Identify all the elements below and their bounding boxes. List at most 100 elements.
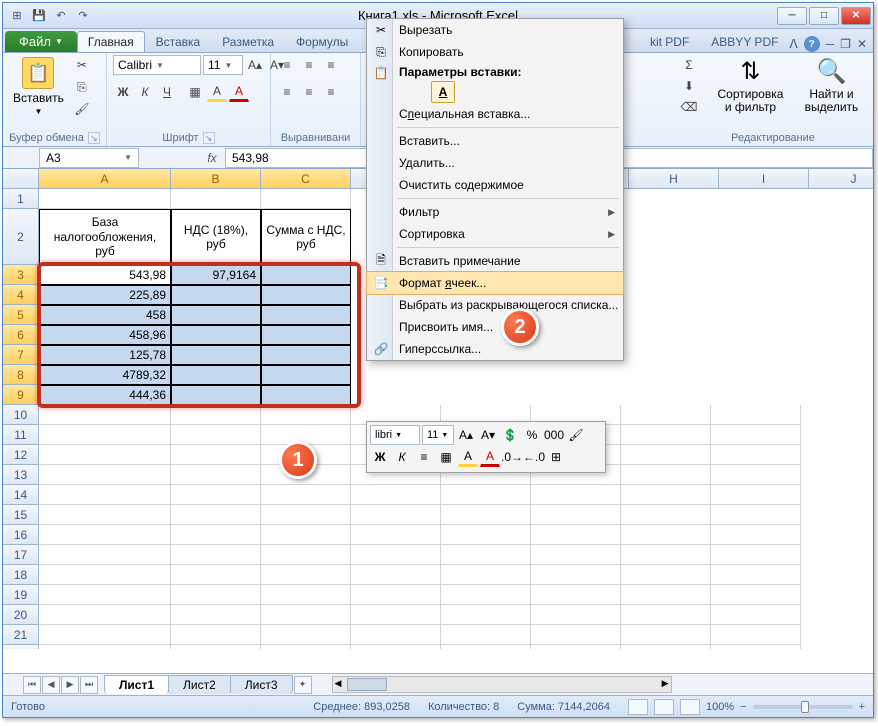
mt-comma-icon[interactable]: 000 — [544, 425, 564, 445]
new-sheet-button[interactable]: ✦ — [294, 676, 312, 694]
col-header-b[interactable]: B — [171, 169, 261, 189]
mt-align-center-icon[interactable]: ≡ — [414, 447, 434, 467]
row-header[interactable]: 18 — [3, 565, 39, 585]
cell[interactable] — [711, 545, 801, 565]
cell[interactable] — [261, 485, 351, 505]
font-size-combo[interactable]: 11▼ — [203, 55, 243, 75]
cell[interactable] — [261, 625, 351, 645]
sheet-tab[interactable]: Лист3 — [230, 675, 293, 694]
cell[interactable] — [171, 505, 261, 525]
row-header[interactable]: 3 — [3, 265, 39, 285]
cell[interactable] — [39, 465, 171, 485]
mt-decrease-decimal-icon[interactable]: ←.0 — [524, 447, 544, 467]
cell[interactable] — [39, 485, 171, 505]
file-tab[interactable]: Файл▼ — [5, 31, 77, 52]
cell[interactable] — [39, 625, 171, 645]
paste-option-values[interactable]: А — [431, 81, 455, 103]
find-select-button[interactable]: 🔍 Найти и выделить — [796, 55, 867, 116]
col-header-j[interactable]: J — [809, 169, 873, 189]
cell[interactable] — [261, 385, 351, 405]
cell[interactable]: 543,98 — [39, 265, 171, 285]
fill-icon[interactable]: ⬇ — [679, 76, 699, 96]
cell[interactable] — [531, 565, 621, 585]
cell[interactable] — [531, 545, 621, 565]
cell[interactable] — [171, 285, 261, 305]
italic-button[interactable]: К — [135, 82, 155, 102]
cm-insert-comment[interactable]: 🗎Вставить примечание — [367, 250, 623, 272]
cell[interactable] — [171, 585, 261, 605]
cm-cut[interactable]: ✂Вырезать — [367, 19, 623, 41]
doc-close-icon[interactable]: ✕ — [857, 37, 867, 51]
row-header[interactable]: 21 — [3, 625, 39, 645]
col-header-i[interactable]: I — [719, 169, 809, 189]
cell[interactable] — [531, 505, 621, 525]
cell[interactable] — [261, 189, 351, 209]
cell[interactable] — [171, 365, 261, 385]
mt-size-combo[interactable]: 11▼ — [422, 425, 454, 445]
cell[interactable] — [531, 485, 621, 505]
cell[interactable]: 225,89 — [39, 285, 171, 305]
row-header[interactable]: 10 — [3, 405, 39, 425]
row-header[interactable]: 17 — [3, 545, 39, 565]
underline-button[interactable]: Ч — [157, 82, 177, 102]
cell[interactable] — [441, 545, 531, 565]
cell[interactable] — [171, 189, 261, 209]
cell[interactable] — [621, 505, 711, 525]
bold-button[interactable]: Ж — [113, 82, 133, 102]
tab-layout[interactable]: Разметка — [211, 31, 285, 52]
cell[interactable] — [711, 625, 801, 645]
cell[interactable] — [531, 605, 621, 625]
cell[interactable] — [39, 525, 171, 545]
grow-font-icon[interactable]: A▴ — [245, 55, 265, 75]
mt-increase-decimal-icon[interactable]: .0→ — [502, 447, 522, 467]
cell[interactable] — [351, 485, 441, 505]
cell[interactable] — [351, 585, 441, 605]
cm-define-name[interactable]: Присвоить имя... — [367, 316, 623, 338]
cell[interactable] — [39, 189, 171, 209]
help-icon[interactable]: ? — [804, 36, 820, 52]
cell[interactable] — [39, 545, 171, 565]
row-header[interactable]: 20 — [3, 605, 39, 625]
row-header[interactable]: 12 — [3, 445, 39, 465]
mt-percent-icon[interactable]: % — [522, 425, 542, 445]
cell[interactable] — [171, 405, 261, 425]
cell[interactable] — [711, 605, 801, 625]
row-header[interactable]: 19 — [3, 585, 39, 605]
cell[interactable] — [261, 585, 351, 605]
cell[interactable] — [171, 605, 261, 625]
cell[interactable] — [621, 565, 711, 585]
cell[interactable] — [711, 405, 801, 425]
cell[interactable] — [261, 525, 351, 545]
cell[interactable] — [171, 305, 261, 325]
cm-format-cells[interactable]: 📑Формат ячеек... — [367, 272, 623, 294]
sheet-nav-next[interactable]: ▶ — [61, 676, 79, 694]
cell[interactable] — [351, 625, 441, 645]
mt-format-painter-icon[interactable]: 🖌 — [566, 425, 586, 445]
tab-insert[interactable]: Вставка — [145, 31, 212, 52]
mt-fill-color-icon[interactable]: A — [458, 447, 478, 467]
cell[interactable] — [531, 625, 621, 645]
cell[interactable] — [171, 445, 261, 465]
zoom-in-button[interactable]: + — [859, 701, 865, 713]
copy-icon[interactable]: ⎘ — [72, 77, 92, 97]
cell[interactable] — [711, 645, 801, 649]
cell[interactable] — [351, 645, 441, 649]
cell[interactable] — [621, 585, 711, 605]
cell[interactable] — [441, 645, 531, 649]
autosum-icon[interactable]: Σ — [679, 55, 699, 75]
cell[interactable] — [621, 545, 711, 565]
row-header[interactable]: 5 — [3, 305, 39, 325]
cm-dropdown-pick[interactable]: Выбрать из раскрывающегося списка... — [367, 294, 623, 316]
col-header-c[interactable]: C — [261, 169, 351, 189]
view-pagebreak-button[interactable] — [680, 699, 700, 715]
cell[interactable] — [621, 645, 711, 649]
cell[interactable] — [621, 445, 711, 465]
zoom-slider[interactable] — [753, 705, 853, 709]
cm-paste-special[interactable]: Специальная вставка... — [367, 103, 623, 125]
cell[interactable] — [441, 505, 531, 525]
mt-italic-button[interactable]: К — [392, 447, 412, 467]
cell[interactable]: 97,9164 — [171, 265, 261, 285]
fx-icon[interactable]: fx — [199, 151, 225, 165]
zoom-out-button[interactable]: − — [740, 701, 746, 713]
cell[interactable] — [261, 645, 351, 649]
